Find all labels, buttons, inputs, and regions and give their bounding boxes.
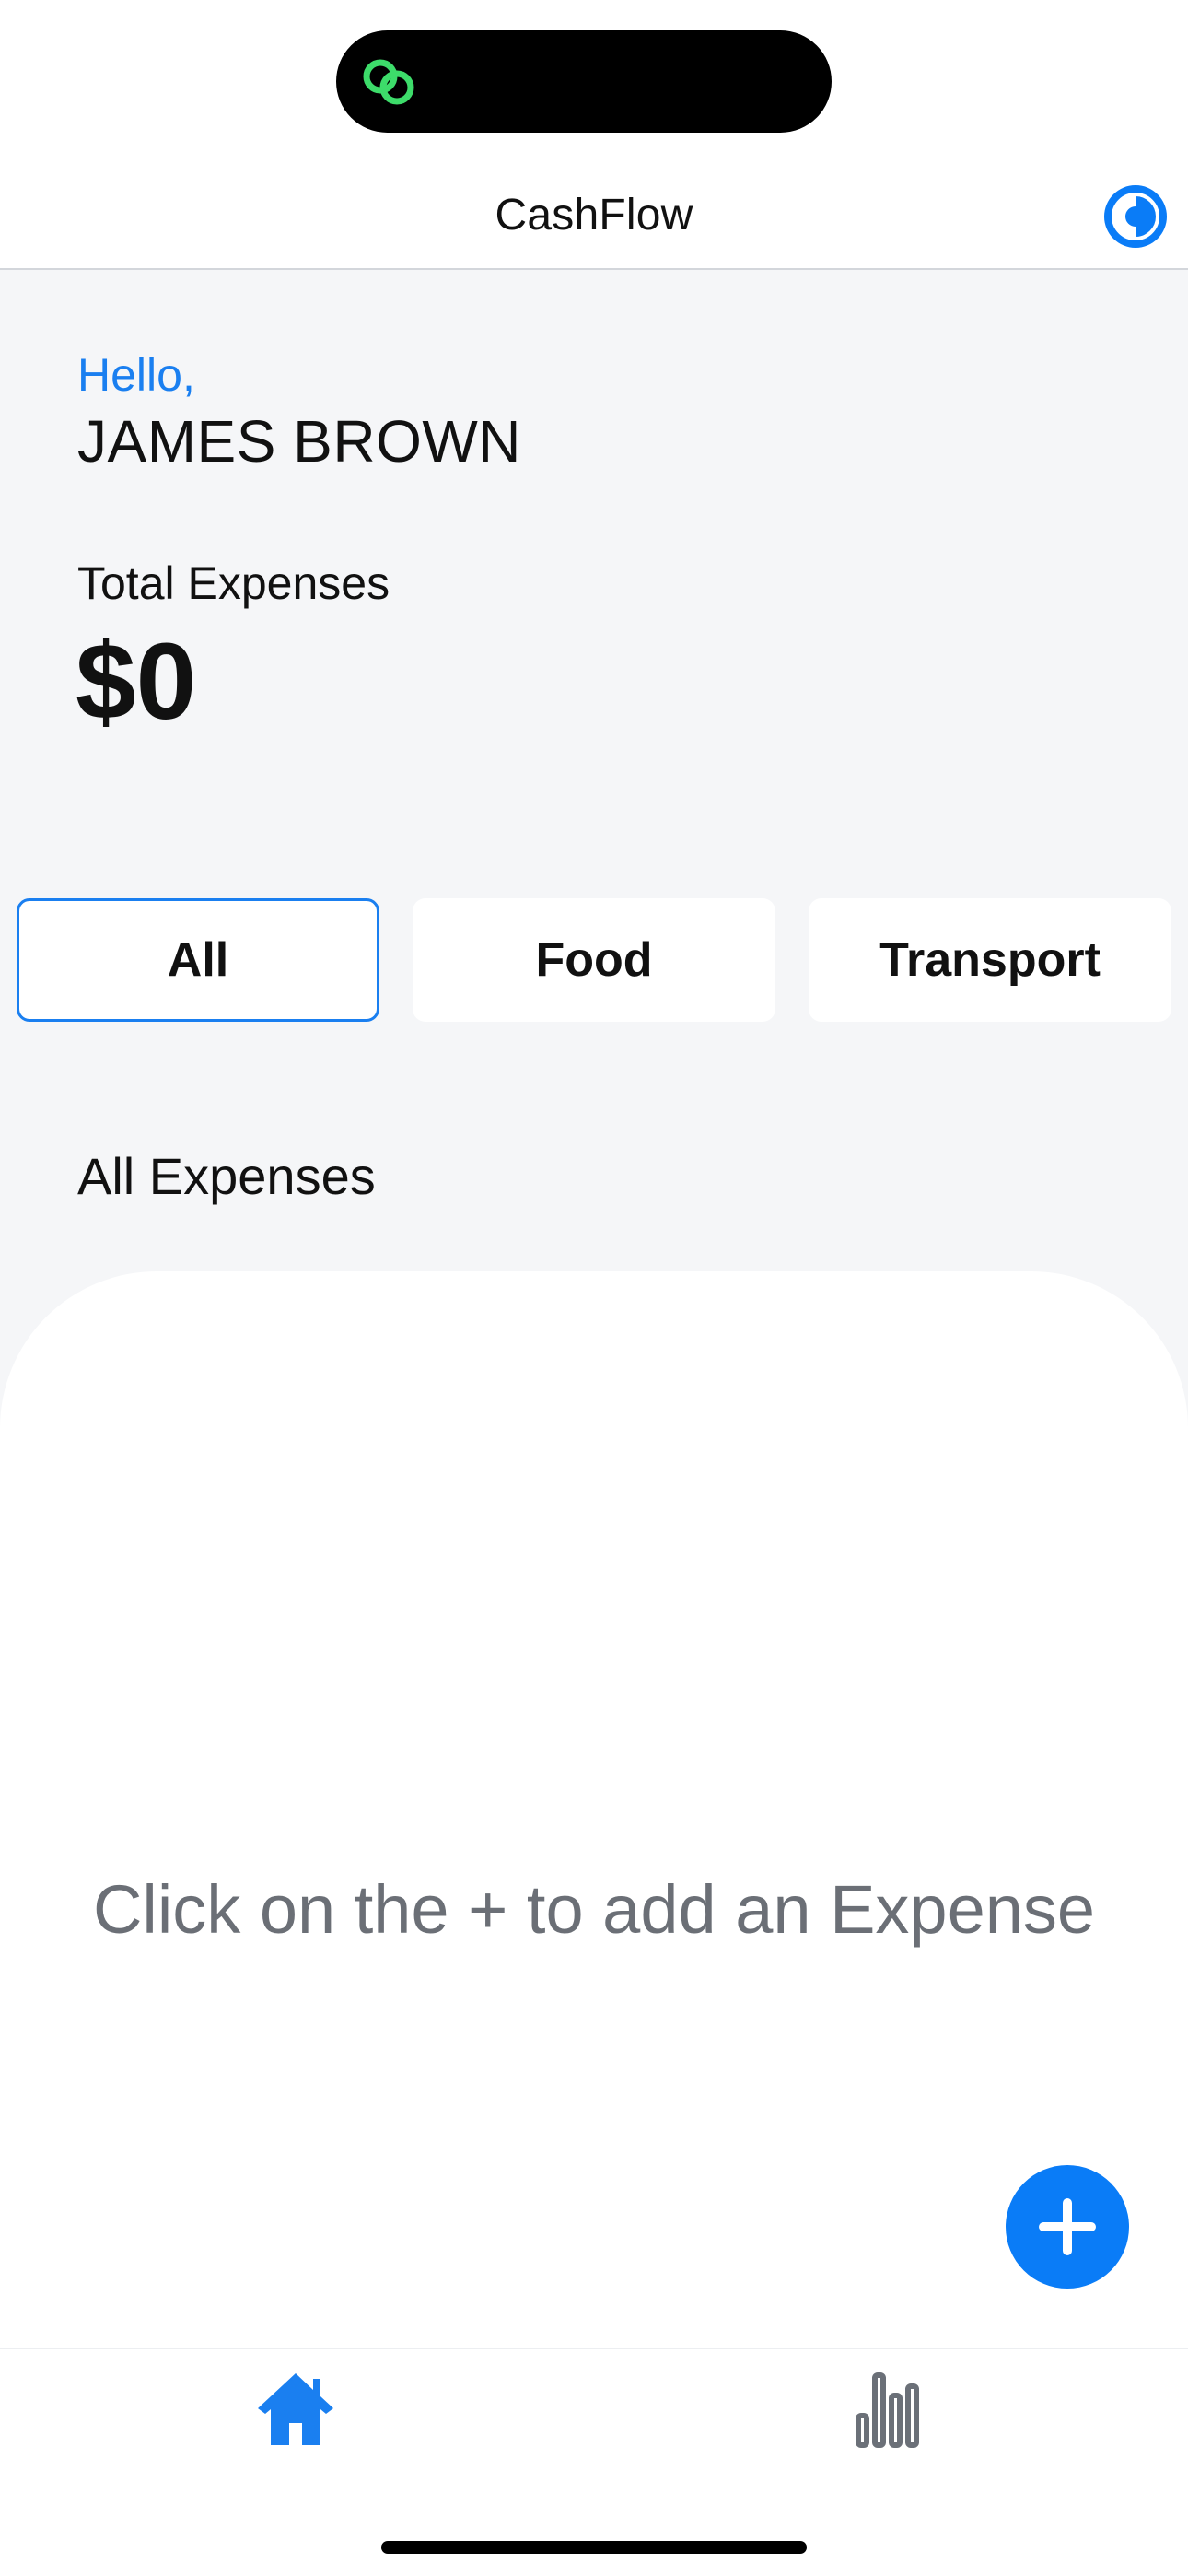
app-title: CashFlow <box>495 191 693 240</box>
filter-chip-all[interactable]: All <box>17 898 379 1022</box>
total-expenses-label: Total Expenses <box>77 557 390 609</box>
empty-state-message: Click on the + to add an Expense <box>92 1871 1096 1948</box>
total-expenses-value: $0 <box>76 621 197 743</box>
app-screen: CashFlow Hello, JAMES BROWN Total Expens… <box>0 0 1188 2576</box>
theme-toggle-icon[interactable] <box>1101 182 1170 251</box>
plus-icon <box>1039 2198 1096 2255</box>
expenses-list-card <box>0 1271 1188 2349</box>
navigation-bar: CashFlow <box>0 166 1188 270</box>
home-icon[interactable] <box>254 2368 337 2451</box>
filter-chip-food[interactable]: Food <box>413 898 775 1022</box>
add-expense-button[interactable] <box>1006 2165 1129 2289</box>
filter-chip-transport[interactable]: Transport <box>809 898 1171 1022</box>
dynamic-island <box>336 30 832 133</box>
home-indicator <box>381 2541 807 2554</box>
link-icon <box>363 59 414 105</box>
status-bar <box>0 0 1188 184</box>
chart-icon[interactable] <box>849 2368 932 2451</box>
expenses-section-title: All Expenses <box>77 1147 376 1205</box>
user-name: JAMES BROWN <box>77 408 521 474</box>
greeting-hello: Hello, <box>77 349 195 401</box>
